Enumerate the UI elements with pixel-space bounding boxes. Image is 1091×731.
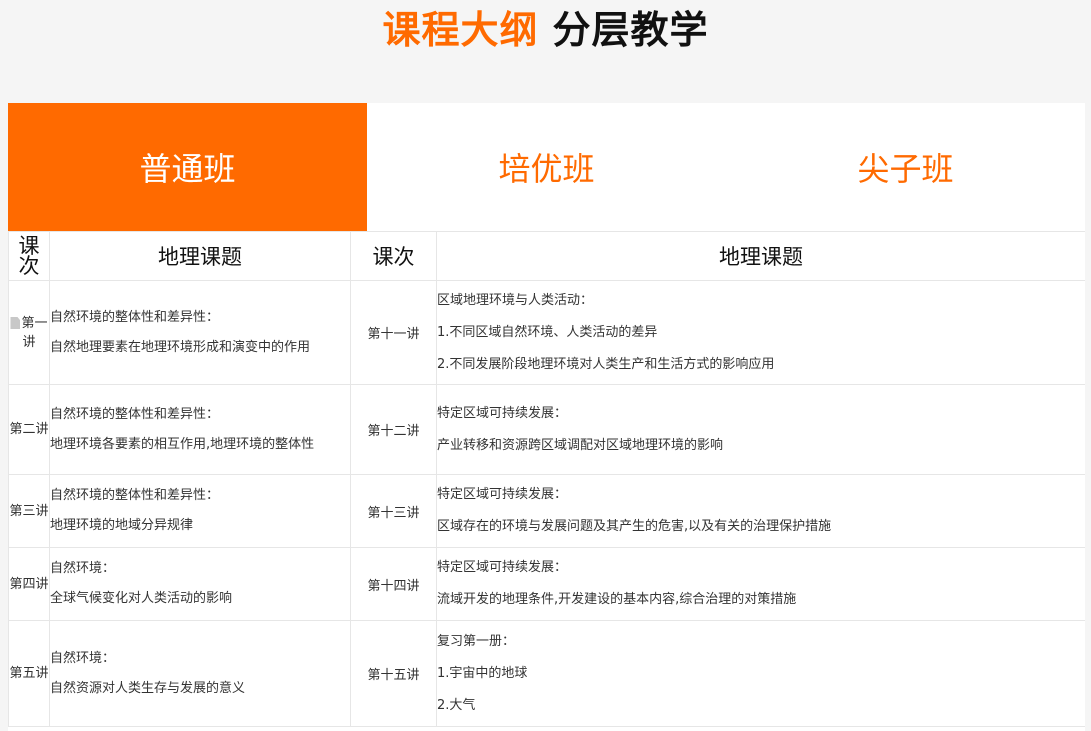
topic-cell: 自然环境的整体性和差异性： 地理环境的地域分异规律: [49, 474, 351, 548]
topic-detail: 区域存在的环境与发展问题及其产生的危害,以及有关的治理保护措施: [437, 519, 832, 534]
topic-cell: 自然环境的整体性和差异性： 自然地理要素在地理环境形成和演变中的作用: [49, 280, 351, 385]
header-lesson-right: 课次: [350, 231, 437, 281]
topic-detail: 1.宇宙中的地球: [437, 665, 528, 681]
topic-detail: 1.不同区域自然环境、人类活动的差异: [437, 324, 658, 340]
topic-heading: 自然环境：: [50, 650, 116, 666]
table-row: 第五讲 自然环境： 自然资源对人类生存与发展的意义 第十五讲 复习第一册： 1.…: [8, 620, 1085, 727]
lesson-number: 第三讲: [8, 474, 50, 548]
topic-detail: 地理环境各要素的相互作用,地理环境的整体性: [50, 436, 315, 452]
topic-cell: 复习第一册： 1.宇宙中的地球 2.大气: [436, 620, 1085, 727]
topic-heading: 特定区域可持续发展：: [437, 487, 568, 502]
page-title-rest: 分层教学: [552, 8, 709, 52]
topic-heading: 自然环境：: [50, 561, 116, 576]
broken-image-icon: [10, 317, 21, 329]
tab-advanced-class[interactable]: 培优班: [367, 103, 726, 231]
topic-detail: 自然资源对人类生存与发展的意义: [50, 680, 246, 696]
topic-detail: 2.大气: [437, 697, 476, 713]
topic-cell: 特定区域可持续发展： 流域开发的地理条件,开发建设的基本内容,综合治理的对策措施: [436, 547, 1085, 621]
lesson-number: 第四讲: [8, 547, 50, 621]
table-row: 第三讲 自然环境的整体性和差异性： 地理环境的地域分异规律 第十三讲 特定区域可…: [8, 474, 1085, 548]
topic-detail: 2.不同发展阶段地理环境对人类生产和生活方式的影响应用: [437, 356, 775, 372]
tab-regular-class[interactable]: 普通班: [8, 103, 367, 231]
syllabus-panel: 普通班 培优班 尖子班 课次 地理课题 课次 地理课题 第一讲 自然环境的整体性…: [8, 103, 1085, 731]
topic-heading: 特定区域可持续发展：: [437, 560, 568, 575]
table-row: 第二讲 自然环境的整体性和差异性： 地理环境各要素的相互作用,地理环境的整体性 …: [8, 384, 1085, 475]
lesson-number: 第十一讲: [350, 280, 437, 385]
topic-detail: 流域开发的地理条件,开发建设的基本内容,综合治理的对策措施: [437, 592, 797, 607]
lesson-number: 第二讲: [8, 384, 50, 475]
topic-heading: 自然环境的整体性和差异性：: [50, 309, 220, 325]
topic-heading: 区域地理环境与人类活动：: [437, 292, 594, 308]
lesson-number: 第一讲: [21, 315, 48, 350]
lesson-number: 第十四讲: [350, 547, 437, 621]
lesson-number: 第十二讲: [350, 384, 437, 475]
header-lesson-left: 课次: [8, 231, 50, 281]
topic-cell: 自然环境： 全球气候变化对人类活动的影响: [49, 547, 351, 621]
topic-cell: 区域地理环境与人类活动： 1.不同区域自然环境、人类活动的差异 2.不同发展阶段…: [436, 280, 1085, 385]
topic-heading: 自然环境的整体性和差异性：: [50, 488, 220, 503]
tab-top-class[interactable]: 尖子班: [726, 103, 1085, 231]
lesson-number: 第十五讲: [350, 620, 437, 727]
topic-detail: 地理环境的地域分异规律: [50, 518, 194, 533]
topic-cell: 自然环境的整体性和差异性： 地理环境各要素的相互作用,地理环境的整体性: [49, 384, 351, 475]
syllabus-table: 课次 地理课题 课次 地理课题 第一讲 自然环境的整体性和差异性： 自然地理要素…: [8, 231, 1085, 727]
header-topic-right: 地理课题: [436, 231, 1085, 281]
table-row: 第四讲 自然环境： 全球气候变化对人类活动的影响 第十四讲 特定区域可持续发展：…: [8, 547, 1085, 621]
topic-heading: 复习第一册：: [437, 633, 516, 649]
topic-cell: 自然环境： 自然资源对人类生存与发展的意义: [49, 620, 351, 727]
topic-detail: 产业转移和资源跨区域调配对区域地理环境的影响: [437, 437, 724, 453]
lesson-number-cell: 第一讲: [8, 280, 50, 385]
table-row: 第一讲 自然环境的整体性和差异性： 自然地理要素在地理环境形成和演变中的作用 第…: [8, 280, 1085, 385]
page-title-accent: 课程大纲: [382, 8, 539, 52]
topic-cell: 特定区域可持续发展： 产业转移和资源跨区域调配对区域地理环境的影响: [436, 384, 1085, 475]
lesson-number: 第十三讲: [350, 474, 437, 548]
topic-heading: 特定区域可持续发展：: [437, 405, 568, 421]
lesson-number: 第五讲: [8, 620, 50, 727]
class-level-tabs: 普通班 培优班 尖子班: [8, 103, 1085, 231]
topic-heading: 自然环境的整体性和差异性：: [50, 406, 220, 422]
page-title: 课程大纲 分层教学: [0, 4, 1091, 56]
topic-detail: 自然地理要素在地理环境形成和演变中的作用: [50, 339, 311, 355]
page: 课程大纲 分层教学 普通班 培优班 尖子班 课次 地理课题 课次 地理课题 第一…: [0, 0, 1091, 731]
table-header-row: 课次 地理课题 课次 地理课题: [8, 231, 1085, 281]
topic-detail: 全球气候变化对人类活动的影响: [50, 591, 233, 606]
topic-cell: 特定区域可持续发展： 区域存在的环境与发展问题及其产生的危害,以及有关的治理保护…: [436, 474, 1085, 548]
header-topic-left: 地理课题: [49, 231, 351, 281]
